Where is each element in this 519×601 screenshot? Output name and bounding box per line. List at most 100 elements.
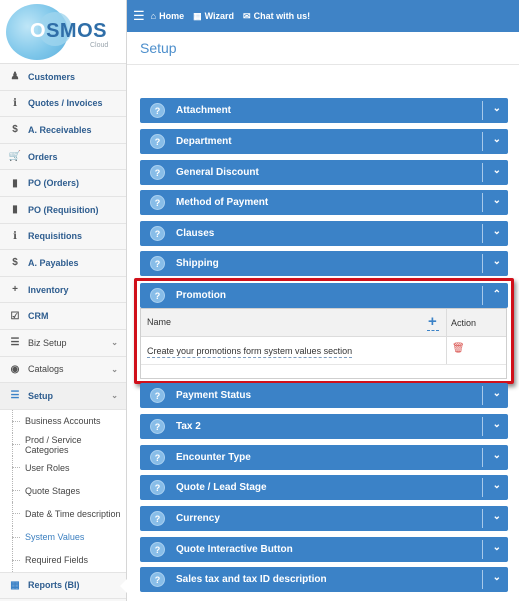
chevron-down-icon[interactable]: ⌄ [493,195,501,206]
panel-promotion[interactable]: ? Promotion ⌃ [140,283,508,308]
sidebar-item-catalogs[interactable]: ◉ Catalogs ⌄ [0,356,126,384]
sidebar-subitem-system-values[interactable]: System Values [0,525,126,550]
sidebar-item-label: PO (Requisition) [28,204,99,215]
sidebar-item-po-orders[interactable]: ▮ PO (Orders) [0,170,126,197]
panel-encounter-type[interactable]: ? Encounter Type ⌄ [140,445,508,470]
chevron-down-icon[interactable]: ⌄ [493,226,501,237]
column-divider [446,309,447,336]
sidebar-item-a-payables[interactable]: $ A. Payables [0,250,126,277]
dollar-icon: $ [12,124,18,136]
sidebar-subitem-prod-service-categories[interactable]: Prod / Service Categories [0,432,126,457]
top-navbar: ☰ ⌂ Home ▦ Wizard ✉ Chat with us! [127,0,519,32]
panel-title: Payment Status [176,390,252,401]
chevron-down-icon[interactable]: ⌄ [493,542,501,553]
help-icon[interactable]: ? [150,195,165,210]
sidebar-item-setup[interactable]: ☰ Setup ⌄ [0,383,126,410]
sidebar-item-inventory[interactable]: + Inventory [0,276,126,304]
sidebar-item-a-receivables[interactable]: $ A. Receivables [0,117,126,144]
chevron-down-icon[interactable]: ⌄ [493,388,501,399]
help-icon[interactable]: ? [150,419,165,434]
sidebar-subitem-business-accounts[interactable]: Business Accounts [0,409,126,434]
help-icon[interactable]: ? [150,388,165,403]
sidebar-item-label: Customers [28,71,76,82]
logo-text-first: O [30,20,47,42]
table-header: Name + Action [141,309,506,337]
nav-link-home[interactable]: ⌂ Home [151,11,184,21]
chevron-down-icon[interactable]: ⌄ [493,134,501,145]
help-icon[interactable]: ? [150,511,165,526]
panel-sales-tax[interactable]: ? Sales tax and tax ID description ⌄ [140,567,508,592]
sidebar-item-customers[interactable]: ♟ Customers [0,64,126,91]
nav-link-label: Wizard [204,11,235,21]
panel-title: Quote Interactive Button [176,544,293,555]
help-icon[interactable]: ? [150,226,165,241]
panel-shipping[interactable]: ? Shipping ⌄ [140,251,508,276]
sidebar-subitem-required-fields[interactable]: Required Fields [0,548,126,573]
sidebar-subitem-date-time-description[interactable]: Date & Time description [0,502,126,526]
panel-attachment[interactable]: ? Attachment ⌄ [140,98,508,123]
add-icon[interactable]: + [428,313,437,330]
sidebar-item-reports[interactable]: ▦ Reports (BI) [0,572,127,599]
panel-general-discount[interactable]: ? General Discount ⌄ [140,160,508,185]
sidebar-item-po-requisition[interactable]: ▮ PO (Requisition) [0,196,126,224]
sidebar-item-crm[interactable]: ☑ CRM [0,303,126,330]
help-icon[interactable]: ? [150,288,165,303]
chevron-down-icon[interactable]: ⌄ [493,572,501,583]
sidebar-item-label: Quotes / Invoices [28,98,103,109]
divider [482,417,483,436]
hamburger-icon[interactable]: ☰ [133,8,145,24]
chevron-up-icon[interactable]: ⌃ [493,289,501,300]
divider [482,286,483,305]
logo[interactable]: OSMOS Cloud [0,0,126,64]
sidebar-item-label: CRM [28,311,49,322]
sidebar-subitem-user-roles[interactable]: User Roles [0,456,126,480]
chevron-down-icon[interactable]: ⌄ [493,103,501,114]
plus-icon: + [12,284,18,296]
panel-quote-lead-stage[interactable]: ? Quote / Lead Stage ⌄ [140,475,508,500]
sidebar-subitem-quote-stages[interactable]: Quote Stages [0,479,126,503]
help-icon[interactable]: ? [150,165,165,180]
help-icon[interactable]: ? [150,572,165,587]
sidebar-item-quotes-invoices[interactable]: i Quotes / Invoices [0,90,126,118]
chevron-down-icon[interactable]: ⌄ [493,511,501,522]
divider [482,193,483,212]
chevron-down-icon[interactable]: ⌄ [493,165,501,176]
help-icon[interactable]: ? [150,103,165,118]
sidebar-item-biz-setup[interactable]: ☰ Biz Setup ⌄ [0,329,126,357]
chevron-down-icon: ⌄ [111,364,118,374]
panel-title: Promotion [176,290,226,301]
help-icon[interactable]: ? [150,134,165,149]
panel-currency[interactable]: ? Currency ⌄ [140,506,508,531]
help-icon[interactable]: ? [150,256,165,271]
panel-title: Clauses [176,228,215,239]
sidebar-item-label: PO (Orders) [28,178,80,189]
nav-link-label: Chat with us! [253,11,311,21]
cart-icon: 🛒 [8,151,22,163]
panel-tax-2[interactable]: ? Tax 2 ⌄ [140,414,508,439]
info-icon: i [13,97,17,109]
chevron-down-icon[interactable]: ⌄ [493,480,501,491]
sidebar-item-orders[interactable]: 🛒 Orders [0,143,126,171]
panel-clauses[interactable]: ? Clauses ⌄ [140,221,508,246]
nav-link-chat[interactable]: ✉ Chat with us! [243,11,310,22]
help-icon[interactable]: ? [150,542,165,557]
help-icon[interactable]: ? [150,480,165,495]
divider [482,570,483,589]
sidebar-item-label: A. Receivables [28,124,92,135]
chevron-down-icon[interactable]: ⌄ [493,419,501,430]
nav-link-wizard[interactable]: ▦ Wizard [193,11,234,22]
chevron-down-icon[interactable]: ⌄ [493,256,501,267]
promotion-table: Name + Action Create your promotions for… [140,308,507,379]
panel-method-of-payment[interactable]: ? Method of Payment ⌄ [140,190,508,215]
chevron-down-icon[interactable]: ⌄ [493,450,501,461]
trash-icon[interactable]: 🗑 [452,343,465,354]
help-icon[interactable]: ? [150,450,165,465]
sidebar-item-requisitions[interactable]: i Requisitions [0,223,126,251]
panel-payment-status[interactable]: ? Payment Status ⌄ [140,383,508,408]
editable-cell[interactable]: Create your promotions form system value… [147,346,353,358]
panel-quote-interactive-button[interactable]: ? Quote Interactive Button ⌄ [140,537,508,562]
wizard-icon: ▦ [193,10,202,21]
chevron-down-icon: ⌄ [111,391,118,401]
logo-subtext: Cloud [90,42,109,49]
panel-department[interactable]: ? Department ⌄ [140,129,508,154]
